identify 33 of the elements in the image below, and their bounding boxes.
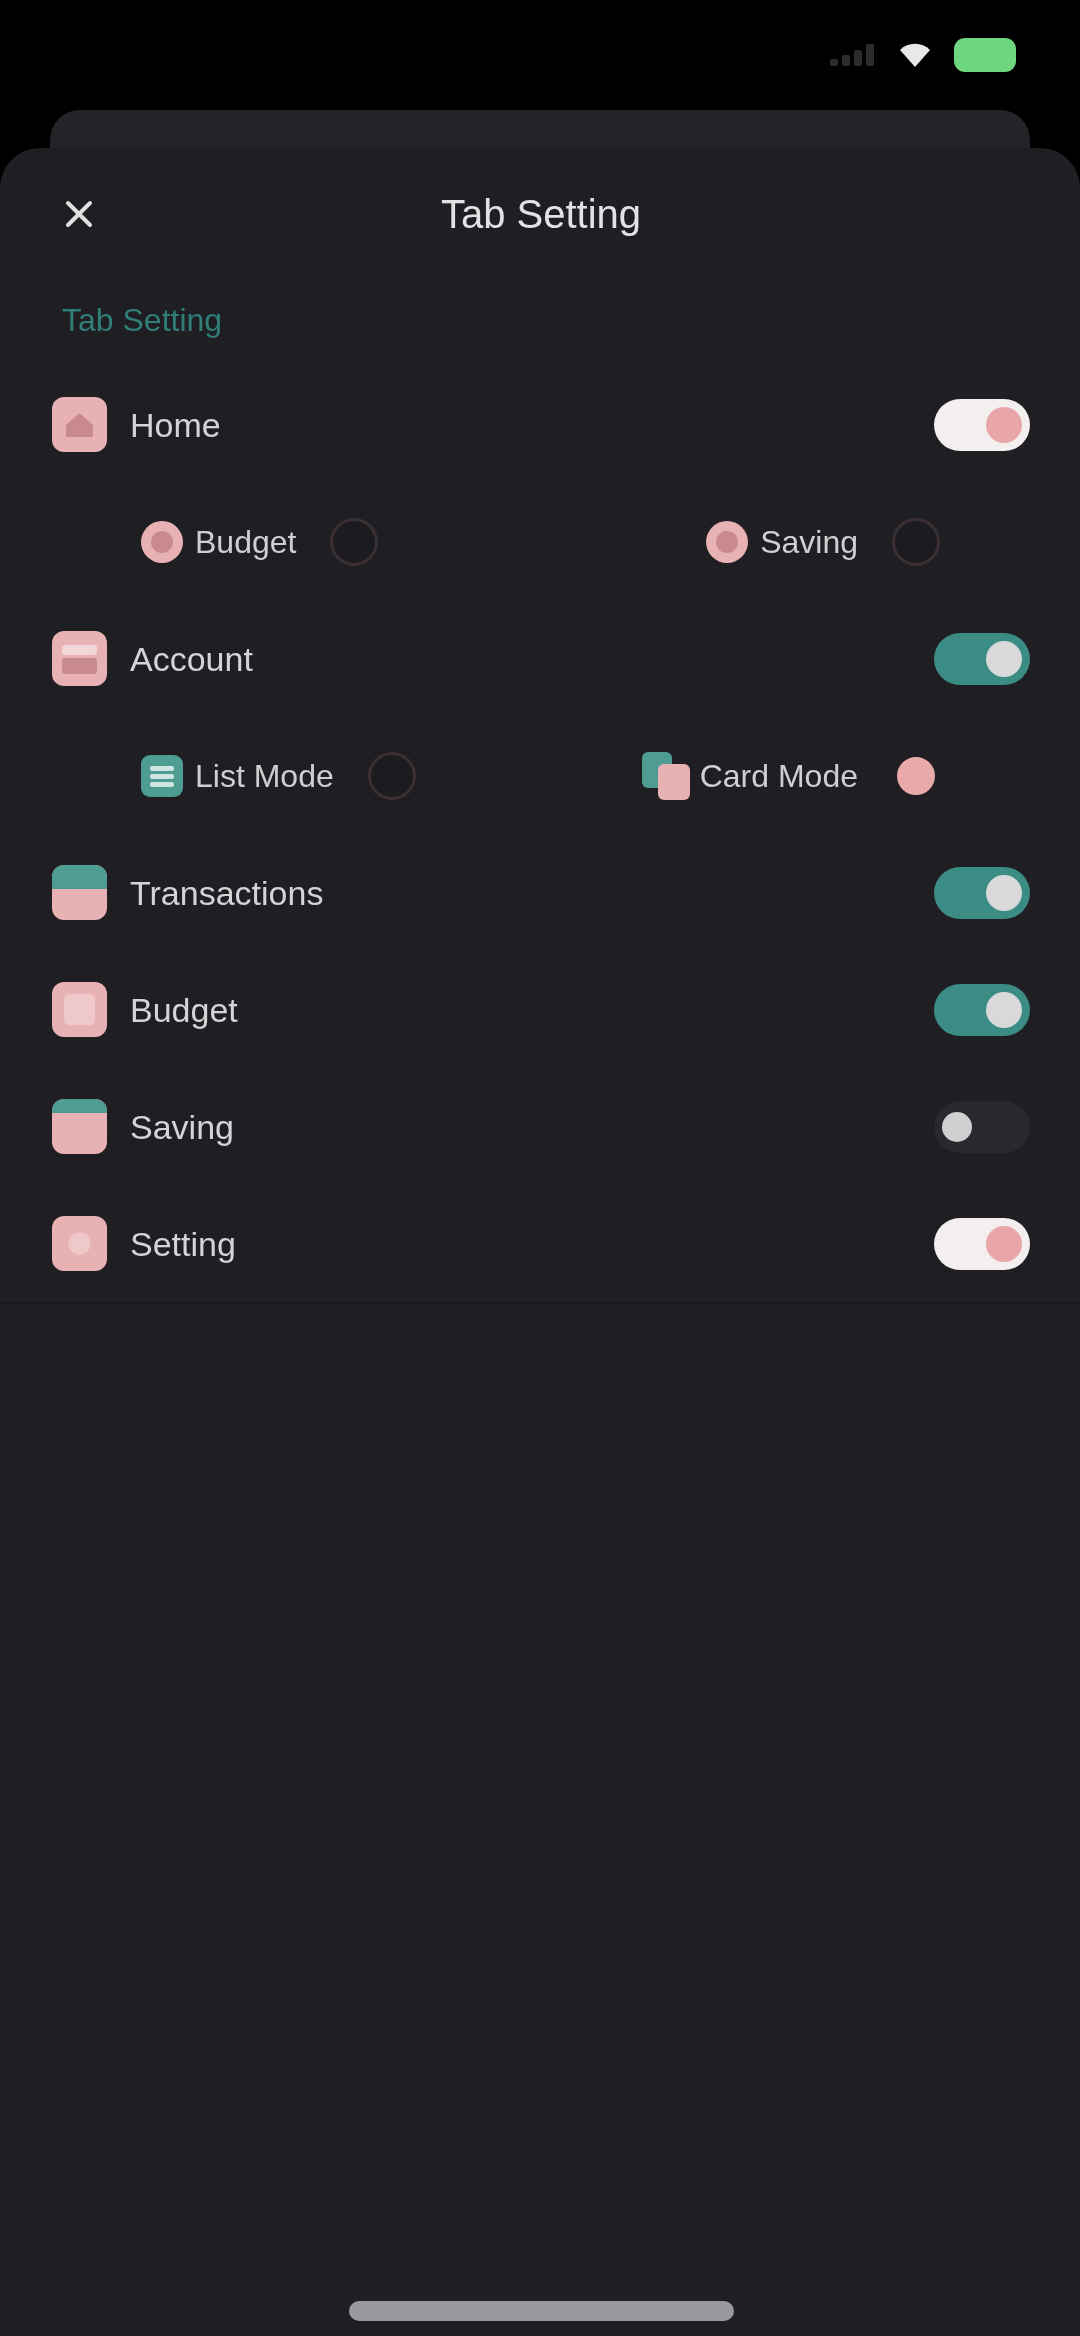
section-heading: Tab Setting (62, 301, 223, 340)
house-icon (52, 397, 107, 452)
toggle-switch[interactable] (934, 632, 1030, 685)
option-label: Budget (195, 522, 297, 562)
tile-icon (52, 1216, 107, 1271)
option-label: Card Mode (699, 756, 858, 796)
tile-icon (52, 865, 107, 920)
tab-label: Account (130, 638, 254, 680)
option-label: List Mode (195, 756, 334, 796)
toggle-switch[interactable] (934, 398, 1030, 451)
tile-icon (52, 982, 107, 1037)
radio-button[interactable] (892, 517, 940, 566)
battery-icon (954, 38, 1016, 72)
tab-label: Setting (130, 1223, 237, 1265)
toggle-switch[interactable] (934, 1217, 1030, 1270)
tab-label: Transactions (130, 872, 325, 914)
tab-label: Budget (130, 989, 239, 1031)
option-label: Saving (760, 522, 858, 562)
radio-button[interactable] (897, 756, 935, 795)
sheet-title: Tab Setting (440, 191, 642, 238)
wallet-icon (52, 631, 107, 686)
cards-icon (641, 751, 690, 800)
list-icon (141, 754, 183, 797)
toggle-switch[interactable] (934, 866, 1030, 919)
toggle-switch[interactable] (934, 983, 1030, 1036)
coin-icon (706, 520, 749, 563)
signal-icon (830, 44, 876, 66)
tab-label: Saving (130, 1106, 235, 1148)
coin-icon (141, 520, 183, 563)
wifi-icon (900, 43, 930, 67)
close-icon (65, 200, 93, 228)
tab-label: Home (130, 404, 222, 446)
tile-icon (52, 1099, 107, 1154)
